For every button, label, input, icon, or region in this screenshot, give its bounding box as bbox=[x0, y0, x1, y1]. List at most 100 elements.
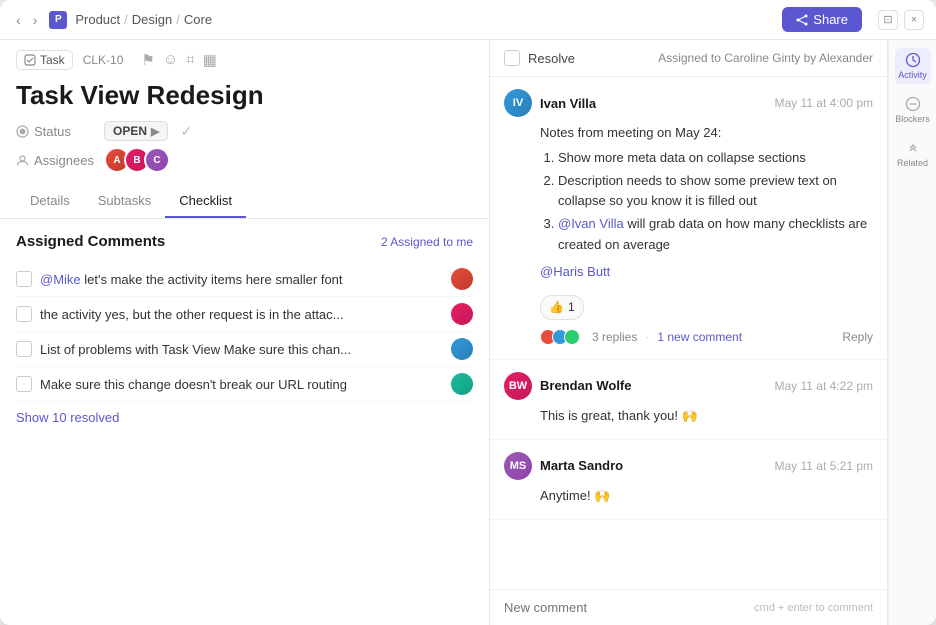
comment-1-author: Ivan Villa bbox=[540, 96, 596, 111]
item-text-3: List of problems with Task View Make sur… bbox=[40, 342, 443, 357]
check-box-4[interactable] bbox=[16, 376, 32, 392]
assignees-label: Assignees bbox=[16, 153, 96, 168]
checklist-item-3: List of problems with Task View Make sur… bbox=[16, 332, 473, 367]
status-icon bbox=[16, 125, 29, 138]
task-icon bbox=[24, 54, 36, 66]
left-pane: Task CLK-10 ⚑ ☺ ⌗ ▦ Task View Redesign S… bbox=[0, 40, 490, 625]
sidebar-item-related[interactable]: Related bbox=[895, 136, 931, 172]
new-comment-hint: cmd + enter to comment bbox=[754, 602, 873, 614]
blockers-label: Blockers bbox=[895, 114, 930, 124]
comment-1-actions: 3 replies · 1 new comment Reply bbox=[540, 328, 873, 347]
check-box-2[interactable] bbox=[16, 306, 32, 322]
assignees-row: Assignees A B C bbox=[16, 147, 473, 173]
tabs: Details Subtasks Checklist bbox=[0, 185, 489, 219]
comment-3-body: Anytime! 🙌 bbox=[504, 486, 873, 507]
sidebar-item-blockers[interactable]: Blockers bbox=[895, 92, 931, 128]
back-button[interactable]: ‹ bbox=[12, 10, 25, 30]
tab-checklist[interactable]: Checklist bbox=[165, 185, 246, 218]
window-controls: ⊡ × bbox=[878, 10, 924, 30]
comment-1-header: IV Ivan Villa May 11 at 4:00 pm bbox=[504, 89, 873, 117]
related-label: Related bbox=[897, 158, 928, 168]
new-comment-bar: cmd + enter to comment bbox=[490, 589, 887, 625]
comment-1-mention: @Haris Butt bbox=[540, 262, 873, 283]
tab-subtasks[interactable]: Subtasks bbox=[84, 185, 165, 218]
reaction-thumbs-up[interactable]: 👍 1 bbox=[540, 295, 584, 320]
share-icon bbox=[796, 14, 808, 26]
assignees-avatars: A B C bbox=[104, 147, 170, 173]
status-badge[interactable]: OPEN ▶ bbox=[104, 121, 168, 141]
check-box-1[interactable] bbox=[16, 271, 32, 287]
show-resolved-link[interactable]: Show 10 resolved bbox=[16, 410, 119, 425]
comment-3-text: Anytime! 🙌 bbox=[540, 488, 610, 503]
resolve-area: Resolve bbox=[504, 50, 575, 66]
comment-1-time: May 11 at 4:00 pm bbox=[775, 96, 874, 110]
comment-3-avatar: MS bbox=[504, 452, 532, 480]
task-toolbar: Task CLK-10 ⚑ ☺ ⌗ ▦ bbox=[0, 40, 489, 70]
blockers-icon bbox=[905, 96, 921, 112]
resolve-label: Resolve bbox=[528, 51, 575, 66]
assigned-count[interactable]: 2 Assigned to me bbox=[381, 235, 473, 249]
comment-1-reaction-area: 👍 1 bbox=[540, 289, 873, 320]
titlebar: ‹ › P Product / Design / Core Share ⊡ × bbox=[0, 0, 936, 40]
item-text-2: the activity yes, but the other request … bbox=[40, 307, 443, 322]
comment-2-time: May 11 at 4:22 pm bbox=[775, 379, 874, 393]
comment-1-intro: Notes from meeting on May 24: bbox=[540, 123, 873, 144]
comment-2-avatar: BW bbox=[504, 372, 532, 400]
comment-3: MS Marta Sandro May 11 at 5:21 pm Anytim… bbox=[490, 440, 887, 520]
new-comment-link[interactable]: 1 new comment bbox=[657, 328, 742, 347]
breadcrumb-core: Core bbox=[184, 12, 212, 27]
reply-button-1[interactable]: Reply bbox=[842, 328, 873, 347]
emoji-icon[interactable]: ☺ bbox=[163, 51, 178, 69]
item-avatar-4 bbox=[451, 373, 473, 395]
activity-pane: Resolve Assigned to Caroline Ginty by Al… bbox=[490, 40, 888, 625]
forward-button[interactable]: › bbox=[29, 10, 42, 30]
avatar-3: C bbox=[144, 147, 170, 173]
breadcrumb-design: Design bbox=[132, 12, 172, 27]
status-check-icon[interactable]: ✓ bbox=[180, 123, 192, 140]
minimize-button[interactable]: ⊡ bbox=[878, 10, 898, 30]
comment-1-list-item-3: @Ivan Villa will grab data on how many c… bbox=[558, 214, 873, 256]
item-avatar-1 bbox=[451, 268, 473, 290]
item-text-1: @Mike let's make the activity items here… bbox=[40, 272, 443, 287]
comment-2-author: Brendan Wolfe bbox=[540, 378, 632, 393]
check-box-3[interactable] bbox=[16, 341, 32, 357]
main-layout: Task CLK-10 ⚑ ☺ ⌗ ▦ Task View Redesign S… bbox=[0, 40, 936, 625]
comments-list: IV Ivan Villa May 11 at 4:00 pm Notes fr… bbox=[490, 77, 887, 589]
right-panel: Resolve Assigned to Caroline Ginty by Al… bbox=[490, 40, 936, 625]
checklist-item-2: the activity yes, but the other request … bbox=[16, 297, 473, 332]
new-comment-input[interactable] bbox=[504, 600, 754, 615]
tab-details[interactable]: Details bbox=[16, 185, 84, 218]
reaction-count: 1 bbox=[568, 298, 575, 317]
close-button[interactable]: × bbox=[904, 10, 924, 30]
comment-1-body: Notes from meeting on May 24: Show more … bbox=[504, 123, 873, 347]
comment-2-body: This is great, thank you! 🙌 bbox=[504, 406, 873, 427]
app-window: ‹ › P Product / Design / Core Share ⊡ × bbox=[0, 0, 936, 625]
comment-1: IV Ivan Villa May 11 at 4:00 pm Notes fr… bbox=[490, 77, 887, 360]
sidebar-item-activity[interactable]: Activity bbox=[895, 48, 931, 84]
task-type-badge: Task bbox=[16, 50, 73, 70]
mini-av-3 bbox=[564, 329, 580, 345]
share-button[interactable]: Share bbox=[782, 7, 862, 32]
task-type-label: Task bbox=[40, 53, 65, 67]
comment-1-reply-avatars bbox=[540, 329, 580, 345]
resolve-checkbox[interactable] bbox=[504, 50, 520, 66]
section-header: Assigned Comments 2 Assigned to me bbox=[16, 233, 473, 250]
flag-icon[interactable]: ⚑ bbox=[141, 51, 154, 69]
item-text-4: Make sure this change doesn't break our … bbox=[40, 377, 443, 392]
activity-label: Activity bbox=[898, 70, 927, 80]
product-icon: P bbox=[49, 11, 67, 29]
comment-1-list-item-1: Show more meta data on collapse sections bbox=[558, 148, 873, 169]
status-label: Status bbox=[16, 124, 96, 139]
status-arrow-icon: ▶ bbox=[151, 125, 159, 138]
checklist-item-1: @Mike let's make the activity items here… bbox=[16, 262, 473, 297]
related-icon bbox=[905, 140, 921, 156]
reaction-emoji: 👍 bbox=[549, 298, 564, 317]
section-title: Assigned Comments bbox=[16, 233, 165, 250]
comment-2-text: This is great, thank you! 🙌 bbox=[540, 408, 698, 423]
breadcrumb: Product / Design / Core bbox=[75, 12, 212, 27]
image-icon[interactable]: ▦ bbox=[203, 51, 217, 69]
item-avatar-2 bbox=[451, 303, 473, 325]
status-row: Status OPEN ▶ ✓ bbox=[16, 121, 473, 141]
activity-header: Resolve Assigned to Caroline Ginty by Al… bbox=[490, 40, 887, 77]
tag-icon[interactable]: ⌗ bbox=[186, 51, 194, 69]
